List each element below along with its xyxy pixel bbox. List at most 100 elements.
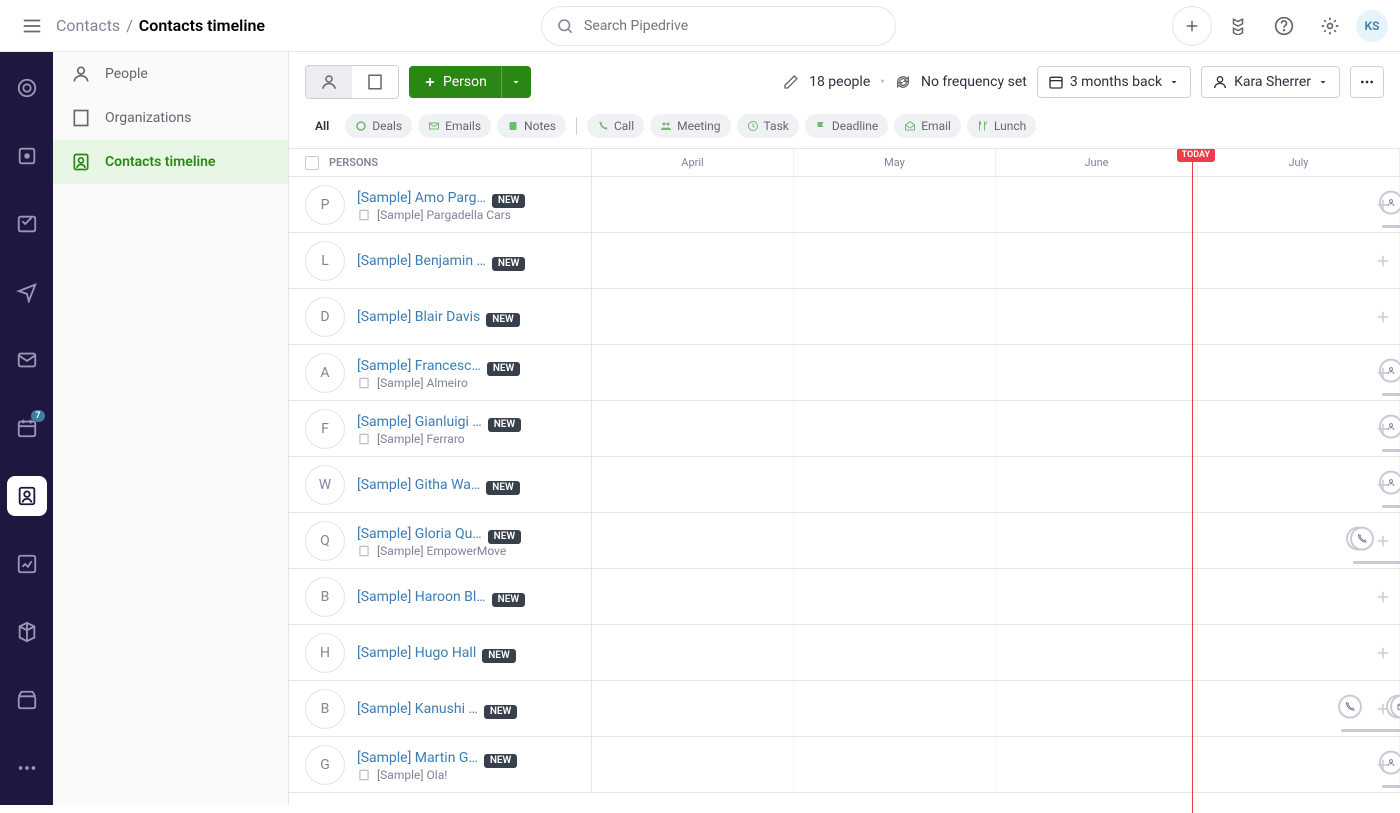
breadcrumb-sep: /	[126, 16, 133, 35]
more-button[interactable]	[1350, 66, 1384, 98]
row-sub: [Sample] Ola!	[377, 768, 447, 782]
add-activity-button[interactable]	[1374, 308, 1392, 326]
table-row: G [Sample] Martin G…NEW [Sample] Ola!	[289, 737, 1400, 793]
timeline-bar	[1341, 729, 1400, 732]
add-activity-button[interactable]	[1374, 476, 1392, 494]
add-person-dropdown[interactable]	[501, 66, 531, 98]
add-activity-button[interactable]	[1374, 532, 1392, 550]
filter-lunch[interactable]: Lunch	[967, 114, 1036, 138]
add-activity-button[interactable]	[1374, 364, 1392, 382]
row-name[interactable]: [Sample] Gianluigi …	[357, 414, 482, 430]
sidebar-leads[interactable]	[7, 68, 47, 108]
timeline-bar	[1382, 393, 1400, 396]
range-label: 3 months back	[1070, 74, 1162, 90]
filter-emails[interactable]: Emails	[418, 114, 491, 138]
subnav-label: Contacts timeline	[105, 154, 215, 170]
filter-call[interactable]: Call	[587, 114, 644, 138]
avatar[interactable]: KS	[1356, 10, 1388, 42]
filter-all[interactable]: All	[305, 114, 339, 138]
row-letter: Q	[305, 521, 345, 561]
refresh-icon[interactable]	[895, 74, 911, 90]
assistant-icon[interactable]	[1310, 6, 1350, 46]
sidebar-campaigns[interactable]	[7, 272, 47, 312]
new-tag: NEW	[488, 530, 522, 544]
new-tag: NEW	[482, 649, 516, 663]
add-activity-button[interactable]	[1374, 756, 1392, 774]
row-name[interactable]: [Sample] Martin G…	[357, 750, 478, 766]
search-input-wrap[interactable]	[541, 6, 896, 46]
persons-header: PERSONS	[329, 156, 378, 169]
row-name[interactable]: [Sample] Hugo Hall	[357, 645, 476, 661]
row-letter: A	[305, 353, 345, 393]
breadcrumb-root[interactable]: Contacts	[56, 16, 120, 35]
pencil-icon[interactable]	[783, 74, 799, 90]
add-activity-button[interactable]	[1374, 644, 1392, 662]
new-tag: NEW	[484, 705, 518, 719]
row-letter: G	[305, 745, 345, 785]
activity-icon[interactable]	[1338, 694, 1362, 718]
subnav-label: People	[105, 66, 148, 82]
breadcrumb: Contacts / Contacts timeline	[56, 16, 265, 35]
sidebar-marketplace[interactable]	[7, 680, 47, 720]
add-person-button[interactable]: Person	[409, 66, 501, 98]
add-activity-button[interactable]	[1374, 420, 1392, 438]
filter-email[interactable]: Email	[894, 114, 961, 138]
view-person[interactable]	[306, 66, 352, 98]
table-row: W [Sample] Githa Wa… NEW	[289, 457, 1400, 513]
subnav-organizations[interactable]: Organizations	[53, 96, 288, 140]
apps-icon[interactable]	[1218, 6, 1258, 46]
row-name[interactable]: [Sample] Haroon Bl…	[357, 589, 486, 605]
table-row: B [Sample] Haroon Bl… NEW	[289, 569, 1400, 625]
sidebar-contacts[interactable]	[7, 476, 47, 516]
row-name[interactable]: [Sample] Blair Davis	[357, 309, 480, 325]
sidebar-products[interactable]	[7, 612, 47, 652]
subnav-label: Organizations	[105, 110, 191, 126]
row-name[interactable]: [Sample] Amo Parg…	[357, 190, 486, 206]
row-sub: [Sample] EmpowerMove	[377, 544, 506, 558]
row-name[interactable]: [Sample] Benjamin …	[357, 253, 486, 269]
sidebar-activities[interactable]: 7	[7, 408, 47, 448]
row-letter: F	[305, 409, 345, 449]
sidebar-mail[interactable]	[7, 340, 47, 380]
range-button[interactable]: 3 months back	[1037, 66, 1191, 98]
table-row: D [Sample] Blair DavisNEW	[289, 289, 1400, 345]
sidebar-deals[interactable]	[7, 136, 47, 176]
month-col: May	[794, 149, 996, 176]
row-sub: [Sample] Ferraro	[377, 432, 465, 446]
timeline-bar	[1382, 449, 1400, 452]
search-input[interactable]	[584, 18, 881, 34]
sidebar-insights[interactable]	[7, 544, 47, 584]
subnav-contacts-timeline[interactable]: Contacts timeline	[53, 140, 288, 184]
select-all-checkbox[interactable]	[305, 156, 319, 170]
filter-deadline[interactable]: Deadline	[805, 114, 888, 138]
subnav-people[interactable]: People	[53, 52, 288, 96]
help-icon[interactable]	[1264, 6, 1304, 46]
row-letter: B	[305, 577, 345, 617]
add-activity-button[interactable]	[1374, 252, 1392, 270]
filter-notes[interactable]: Notes	[497, 114, 566, 138]
row-letter: L	[305, 241, 345, 281]
hamburger-menu[interactable]	[12, 6, 52, 46]
filter-task[interactable]: Task	[737, 114, 799, 138]
row-name[interactable]: [Sample] Francesc…	[357, 358, 481, 374]
filter-meeting[interactable]: Meeting	[650, 114, 730, 138]
new-tag: NEW	[492, 194, 526, 208]
breadcrumb-page: Contacts timeline	[139, 16, 265, 35]
sidebar-projects[interactable]	[7, 204, 47, 244]
add-button[interactable]	[1172, 6, 1212, 46]
view-org[interactable]	[352, 66, 398, 98]
add-activity-button[interactable]	[1374, 700, 1392, 718]
add-activity-button[interactable]	[1374, 196, 1392, 214]
filter-deals[interactable]: Deals	[345, 114, 412, 138]
row-name[interactable]: [Sample] Gloria Qu…	[357, 526, 482, 542]
add-activity-button[interactable]	[1374, 588, 1392, 606]
new-tag: NEW	[486, 481, 520, 495]
user-filter-button[interactable]: Kara Sherrer	[1201, 66, 1340, 98]
sidebar-more[interactable]	[7, 748, 47, 788]
row-name[interactable]: [Sample] Githa Wa…	[357, 477, 480, 493]
row-letter: W	[305, 465, 345, 505]
new-tag: NEW	[492, 593, 526, 607]
activity-icon[interactable]	[1350, 526, 1374, 550]
row-name[interactable]: [Sample] Kanushi …	[357, 701, 478, 717]
people-count: 18 people	[809, 74, 870, 90]
